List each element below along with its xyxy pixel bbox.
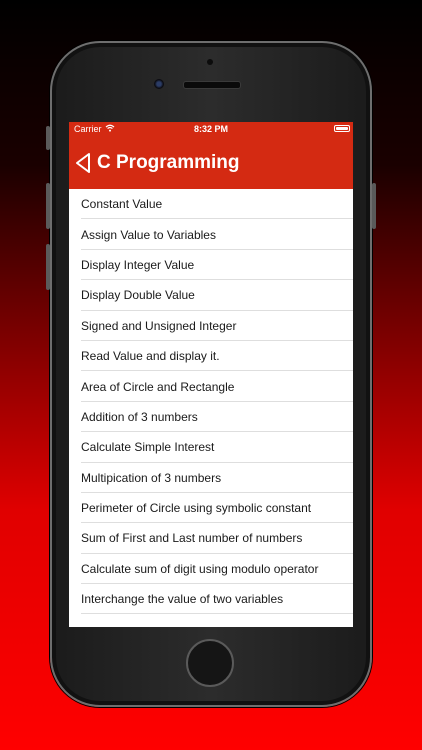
list-item[interactable]: Perimeter of Circle using symbolic const…: [69, 493, 353, 524]
battery-icon: [334, 125, 350, 132]
volume-down-button: [46, 244, 50, 290]
earpiece-speaker: [183, 81, 241, 89]
status-bar: Carrier 8:32 PM: [69, 122, 353, 136]
page-title: C Programming: [97, 151, 240, 173]
status-time: 8:32 PM: [193, 124, 228, 134]
navigation-bar: C Programming: [69, 136, 353, 189]
home-button[interactable]: [186, 639, 234, 687]
list-item-label: Constant Value: [81, 197, 163, 212]
volume-up-button: [46, 183, 50, 229]
power-button: [372, 183, 376, 229]
list-item-label: Signed and Unsigned Integer: [81, 318, 237, 333]
list-item-label: Area of Circle and Rectangle: [81, 379, 235, 394]
list-item-label: Sum of First and Last number of numbers: [81, 531, 303, 546]
list-item[interactable]: Assign Value to Variables: [69, 219, 353, 250]
program-list: Constant Value Assign Value to Variables…: [69, 189, 353, 615]
list-item[interactable]: Area of Circle and Rectangle: [69, 371, 353, 402]
list-item[interactable]: Addition of 3 numbers: [69, 402, 353, 433]
list-item-label: Read Value and display it.: [81, 349, 220, 364]
chevron-left-outline-icon[interactable]: [75, 151, 93, 175]
list-item[interactable]: Multipication of 3 numbers: [69, 463, 353, 493]
list-item-label: Interchange the value of two variables: [81, 592, 284, 607]
list-item[interactable]: Display Double Value: [69, 280, 353, 311]
list-item-label: Perimeter of Circle using symbolic const…: [81, 501, 312, 516]
list-item-label: Display Double Value: [81, 288, 195, 303]
list-item-label: Calculate Simple Interest: [81, 440, 215, 455]
list-item[interactable]: Signed and Unsigned Integer: [69, 311, 353, 341]
app-screen: Carrier 8:32 PM C Programming Constant V…: [69, 122, 353, 627]
list-item-label: Multipication of 3 numbers: [81, 470, 222, 485]
proximity-sensor: [207, 59, 213, 65]
list-item-label: Assign Value to Variables: [81, 227, 216, 242]
list-item[interactable]: Interchange the value of two variables: [69, 584, 353, 615]
mute-switch: [46, 126, 50, 150]
front-camera: [154, 79, 164, 89]
list-item[interactable]: Display Integer Value: [69, 250, 353, 281]
list-item[interactable]: Sum of First and Last number of numbers: [69, 523, 353, 554]
list-item-label: Addition of 3 numbers: [81, 409, 198, 424]
list-item-label: Display Integer Value: [81, 257, 195, 272]
list-item-label: Calculate sum of digit using modulo oper…: [81, 561, 319, 576]
list-item[interactable]: Calculate sum of digit using modulo oper…: [69, 554, 353, 585]
list-item[interactable]: Read Value and display it.: [69, 341, 353, 372]
list-item[interactable]: Constant Value: [69, 189, 353, 220]
list-item[interactable]: Calculate Simple Interest: [69, 432, 353, 463]
